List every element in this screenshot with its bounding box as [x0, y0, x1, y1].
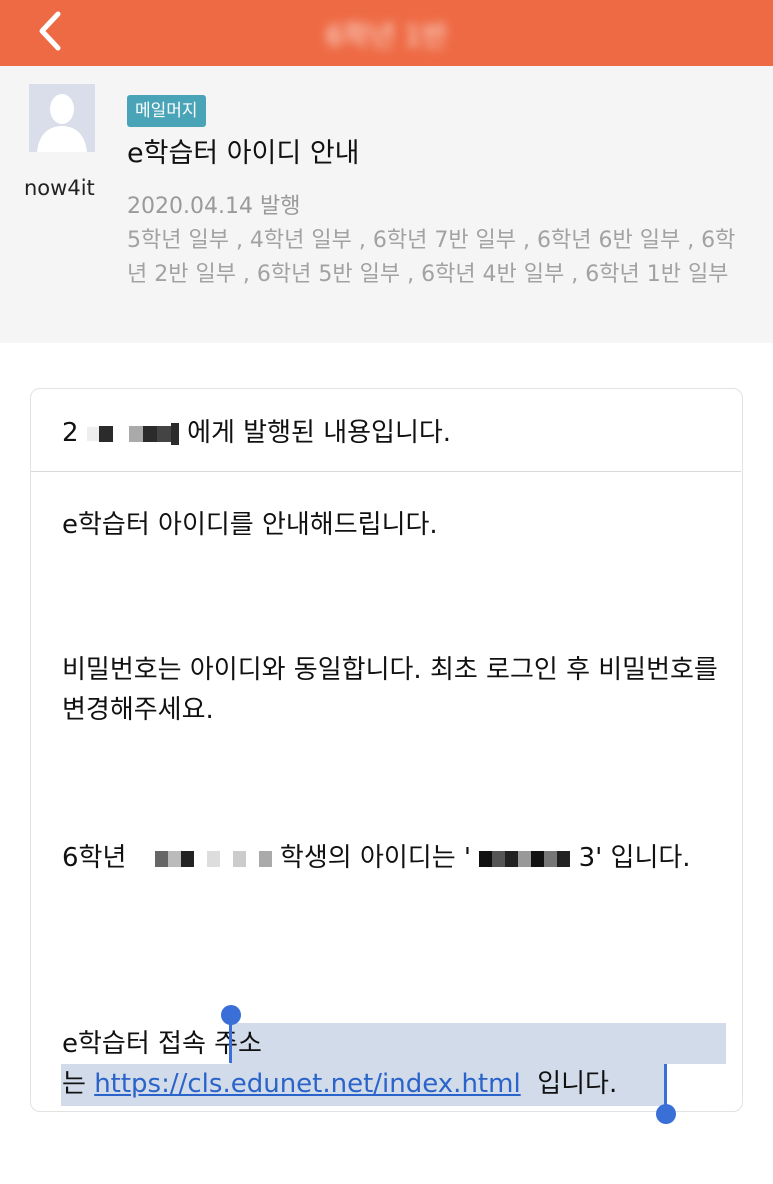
url-label: e학습터 접속: [62, 1029, 215, 1059]
message-subject: e학습터 아이디 안내: [127, 138, 360, 169]
url-suffix: 입니다.: [520, 1069, 618, 1099]
redacted-name: [86, 418, 187, 448]
author-name: now4it: [24, 176, 95, 200]
publish-date: 2020.04.14 발행: [127, 194, 301, 219]
id-text: 학생의 아이디는 ': [279, 843, 472, 873]
default-avatar-icon[interactable]: [29, 84, 95, 152]
paragraph-password: 비밀번호는 아이디와 동일합니다. 최초 로그인 후 비밀번호를 변경해주세요.: [62, 655, 718, 725]
message-card: [30, 388, 743, 1112]
divider: [31, 471, 741, 472]
selection-end-handle[interactable]: [656, 1104, 676, 1124]
message-header: [0, 66, 773, 343]
recipient-prefix: 2: [62, 418, 79, 448]
top-bar: 6학년 1반: [0, 0, 773, 66]
recipient-line: 2 에게 발행된 내용입니다.: [62, 412, 451, 449]
paragraph-url: e학습터 접속 주소 는 https://cls.edunet.net/inde…: [62, 1024, 732, 1104]
paragraph-student-id: 6학년 학생의 아이디는 ' 3' 입니다.: [62, 838, 732, 878]
redacted-student-id: [479, 843, 578, 873]
mail-merge-badge: 메일머지: [127, 95, 206, 127]
selection-end-caret[interactable]: [664, 1064, 667, 1108]
id-suffix: 3' 입니다.: [578, 843, 691, 873]
recipient-groups: 5학년 일부 , 4학년 일부 , 6학년 7반 일부 , 6학년 6반 일부 …: [127, 228, 736, 287]
page-title: 6학년 1반: [325, 19, 448, 52]
selection-start-handle[interactable]: [221, 1005, 241, 1025]
paragraph-intro: e학습터 아이디를 안내해드립니다.: [62, 510, 438, 540]
recipient-suffix: 에게 발행된 내용입니다.: [187, 418, 452, 448]
edunet-link[interactable]: https://cls.edunet.net/index.html: [94, 1069, 521, 1099]
url-label-selected: 주소: [214, 1029, 262, 1059]
redacted-student-name: [154, 843, 280, 873]
grade-text: 6학년: [62, 843, 127, 873]
url-line-prefix: 는: [62, 1069, 95, 1099]
